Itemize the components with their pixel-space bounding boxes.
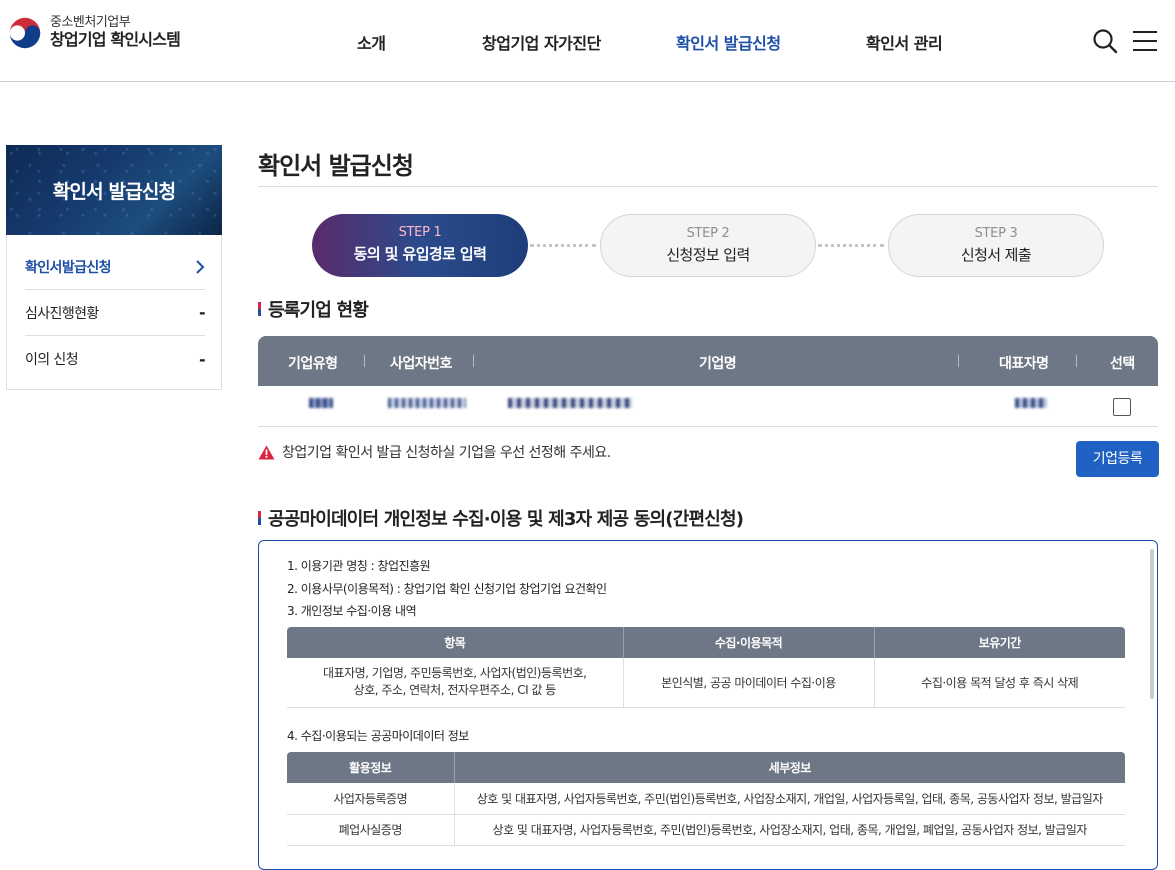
retention-cell: 수집·이용 목적 달성 후 즉시 삭제	[873, 658, 1125, 708]
step-connector	[818, 244, 884, 247]
hamburger-menu-icon[interactable]	[1133, 31, 1157, 51]
sidebar-title: 확인서 발급신청	[52, 181, 176, 203]
search-icon[interactable]	[1092, 28, 1118, 54]
step-1: STEP 1 동의 및 유입경로 입력	[312, 214, 528, 277]
chevron-right-icon	[196, 259, 205, 274]
redacted-business-number	[388, 398, 466, 408]
step-label: 신청서 제출	[960, 246, 1032, 264]
redacted-company-name	[508, 398, 632, 408]
step-label: 동의 및 유입경로 입력	[353, 245, 487, 263]
site-header: 중소벤처기업부 창업기업 확인시스템 소개 창업기업 자가진단 확인서 발급신청…	[0, 0, 1175, 82]
heading-accent-bar	[258, 511, 261, 525]
col-company-type: 기업유형	[288, 356, 338, 372]
col-ceo-name: 대표자명	[999, 356, 1049, 372]
sidebar-item-label: 이의 신청	[25, 352, 79, 368]
nav-certificate-apply[interactable]: 확인서 발급신청	[676, 30, 781, 54]
nav-self-diagnosis[interactable]: 창업기업 자가진단	[482, 30, 601, 54]
step-2: STEP 2 신청정보 입력	[600, 214, 816, 277]
table-row: 대표자명, 기업명, 주민등록번호, 사업자(법인)등록번호, 상호, 주소, …	[287, 658, 1125, 708]
consent-line-4: 4. 수집·이용되는 공공마이데이터 정보	[287, 729, 469, 743]
consent-heading: 공공마이데이터 개인정보 수집·이용 및 제3자 제공 동의(간편신청)	[258, 505, 744, 531]
collapse-dash-icon: -	[198, 349, 206, 369]
registered-companies-heading: 등록기업 현황	[258, 296, 369, 322]
select-company-checkbox[interactable]	[1113, 398, 1131, 416]
details-cell: 상호 및 대표자명, 사업자등록번호, 주민(법인)등록번호, 사업장소재지, …	[453, 814, 1125, 846]
step-connector	[530, 244, 596, 247]
col-company-name: 기업명	[699, 356, 737, 372]
col-items: 항목	[287, 627, 623, 658]
nav-intro[interactable]: 소개	[357, 30, 386, 54]
sidebar-item-label: 확인서발급신청	[25, 259, 112, 276]
step-label: 신청정보 입력	[666, 246, 750, 264]
ministry-name: 중소벤처기업부	[50, 15, 131, 31]
step-number: STEP 3	[974, 226, 1018, 241]
redacted-company-type	[309, 398, 333, 408]
sidebar-item-label: 심사진행현황	[25, 305, 99, 322]
collapse-dash-icon: -	[198, 303, 206, 322]
register-company-button[interactable]: 기업등록	[1076, 441, 1159, 477]
sidebar-item-certificate-apply[interactable]: 확인서발급신청	[25, 244, 205, 290]
nav-certificate-manage[interactable]: 확인서 관리	[866, 30, 943, 54]
warning-text: 창업기업 확인서 발급 신청하실 기업을 우선 선정해 주세요.	[282, 445, 611, 461]
consent-line-1: 1. 이용기관 명칭 : 창업진흥원	[287, 559, 431, 573]
step-number: STEP 1	[398, 225, 442, 240]
table-header: 기업유형 사업자번호 기업명 대표자명 선택	[258, 336, 1158, 386]
warning-message: 창업기업 확인서 발급 신청하실 기업을 우선 선정해 주세요.	[258, 442, 611, 462]
system-name: 창업기업 확인시스템	[50, 30, 181, 50]
collection-items-table: 항목 수집·이용목적 보유기간 대표자명, 기업명, 주민등록번호, 사업자(법…	[287, 627, 1125, 708]
registered-companies-table: 기업유형 사업자번호 기업명 대표자명 선택	[258, 336, 1158, 427]
sidebar-item-objection[interactable]: 이의 신청 -	[25, 336, 206, 382]
consent-terms-box[interactable]: 1. 이용기관 명칭 : 창업진흥원 2. 이용사무(이용목적) : 창업기업 …	[258, 540, 1158, 870]
site-logo[interactable]: 중소벤처기업부 창업기업 확인시스템	[6, 14, 181, 52]
step-number: STEP 2	[686, 226, 730, 241]
heading-accent-bar	[258, 302, 261, 316]
col-retention: 보유기간	[873, 627, 1125, 658]
info-type-cell: 사업자등록증명	[287, 783, 454, 815]
consent-line-2: 2. 이용사무(이용목적) : 창업기업 확인 신청기업 창업기업 요건확인	[287, 582, 607, 596]
title-divider	[258, 186, 1158, 187]
page-title: 확인서 발급신청	[258, 152, 414, 180]
table-row: 사업자등록증명 상호 및 대표자명, 사업자등록번호, 주민(법인)등록번호, …	[287, 783, 1125, 815]
col-details: 세부정보	[453, 752, 1125, 783]
details-cell: 상호 및 대표자명, 사업자등록번호, 주민(법인)등록번호, 사업장소재지, …	[453, 783, 1125, 815]
purpose-cell: 본인식별, 공공 마이데이터 수집·이용	[622, 658, 874, 708]
col-business-number: 사업자번호	[390, 356, 452, 372]
sidebar-item-review-status[interactable]: 심사진행현황 -	[25, 290, 206, 336]
info-type-cell: 폐업사실증명	[287, 814, 454, 846]
sidebar-banner: 확인서 발급신청	[6, 145, 222, 235]
items-cell: 대표자명, 기업명, 주민등록번호, 사업자(법인)등록번호, 상호, 주소, …	[287, 658, 623, 708]
consent-line-3: 3. 개인정보 수집·이용 내역	[287, 604, 417, 618]
col-purpose: 수집·이용목적	[622, 627, 874, 658]
table-row: 폐업사실증명 상호 및 대표자명, 사업자등록번호, 주민(법인)등록번호, 사…	[287, 814, 1125, 846]
scrollbar-thumb[interactable]	[1150, 549, 1154, 699]
warning-triangle-icon	[258, 445, 275, 459]
sidebar-menu: 확인서발급신청 심사진행현황 - 이의 신청 -	[6, 235, 222, 390]
mydata-info-table: 활용정보 세부정보 사업자등록증명 상호 및 대표자명, 사업자등록번호, 주민…	[287, 752, 1125, 846]
table-row	[258, 386, 1158, 427]
redacted-ceo-name	[1015, 398, 1047, 408]
col-select: 선택	[1110, 356, 1135, 372]
step-3: STEP 3 신청서 제출	[888, 214, 1104, 277]
taegeuk-emblem-icon	[7, 15, 43, 51]
col-info-type: 활용정보	[287, 752, 454, 783]
